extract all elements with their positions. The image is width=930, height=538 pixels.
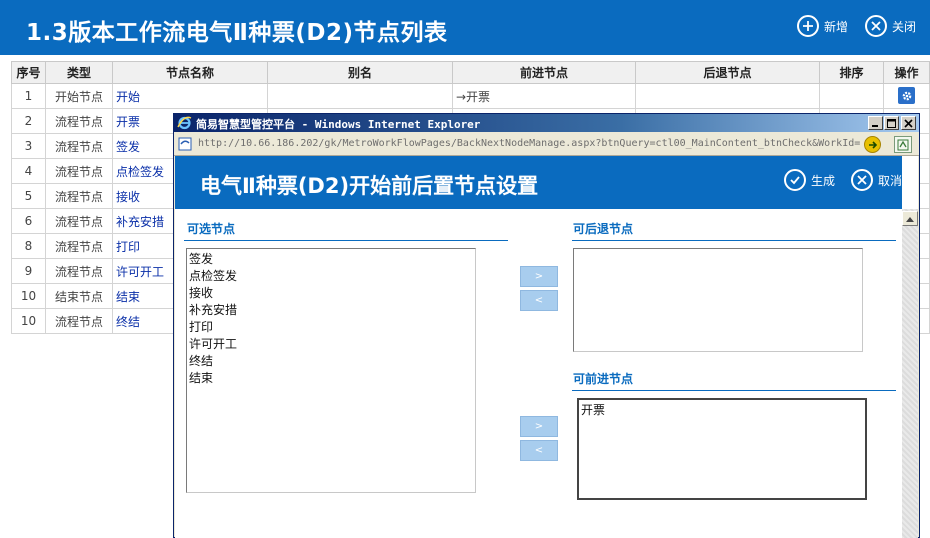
address-bar: http://10.66.186.202/gk/MetroWorkFlowPag… bbox=[174, 132, 919, 156]
header-index: 序号 bbox=[11, 61, 46, 84]
check-icon bbox=[784, 169, 806, 191]
minimize-icon bbox=[872, 124, 878, 127]
ie-window-title: 简易智慧型管控平台 - Windows Internet Explorer bbox=[196, 118, 481, 131]
row-index: 5 bbox=[11, 183, 46, 209]
close-label: 关闭 bbox=[892, 19, 917, 34]
row-index: 8 bbox=[11, 233, 46, 259]
generate-button[interactable]: 生成 bbox=[784, 169, 835, 191]
row-alias bbox=[267, 83, 453, 109]
settings-gear-icon[interactable] bbox=[898, 87, 915, 105]
list-item[interactable]: 接收 bbox=[189, 285, 473, 302]
close-button[interactable]: 关闭 bbox=[865, 15, 916, 37]
header-back-node: 后退节点 bbox=[635, 61, 820, 84]
row-type: 流程节点 bbox=[45, 108, 113, 134]
window-close-button[interactable] bbox=[901, 116, 916, 130]
header-type: 类型 bbox=[45, 61, 113, 84]
available-nodes-title: 可选节点 bbox=[187, 222, 236, 236]
ie-popup-window: 简易智慧型管控平台 - Windows Internet Explorer ht… bbox=[173, 113, 920, 538]
back-nodes-title: 可后退节点 bbox=[573, 222, 634, 236]
vertical-scrollbar[interactable] bbox=[902, 209, 918, 538]
list-item[interactable]: 打印 bbox=[189, 319, 473, 336]
move-left-back-button[interactable]: < bbox=[520, 290, 558, 311]
header-alias: 别名 bbox=[267, 61, 453, 84]
row-back bbox=[635, 83, 820, 109]
row-type: 流程节点 bbox=[45, 158, 113, 184]
forward-nodes-title: 可前进节点 bbox=[573, 372, 634, 386]
list-item[interactable]: 签发 bbox=[189, 251, 473, 268]
page-title: 1.3版本工作流电气Ⅱ种票(D2)节点列表 bbox=[26, 20, 448, 46]
cancel-button[interactable]: 取消 bbox=[851, 169, 902, 191]
dialog-content: 电气Ⅱ种票(D2)开始前后置节点设置 生成 取消 可选节点 签发 点检签发 接收… bbox=[175, 156, 918, 538]
close-x-icon bbox=[904, 118, 913, 128]
list-item[interactable]: 点检签发 bbox=[189, 268, 473, 285]
ie-titlebar[interactable]: 简易智慧型管控平台 - Windows Internet Explorer bbox=[174, 114, 919, 132]
dialog-title: 电气Ⅱ种票(D2)开始前后置节点设置 bbox=[200, 174, 539, 198]
table-header-row: 序号 类型 节点名称 别名 前进节点 后退节点 排序 操作 bbox=[11, 61, 930, 84]
row-action bbox=[883, 83, 930, 109]
available-nodes-divider bbox=[184, 240, 508, 241]
header-node-name: 节点名称 bbox=[112, 61, 268, 84]
forward-nodes-divider bbox=[572, 390, 896, 391]
row-index: 10 bbox=[11, 283, 46, 309]
row-index: 3 bbox=[11, 133, 46, 159]
maximize-button[interactable] bbox=[884, 116, 899, 130]
row-index: 10 bbox=[11, 308, 46, 334]
compatibility-view-icon[interactable] bbox=[894, 136, 912, 153]
header-action: 操作 bbox=[883, 61, 930, 84]
generate-label: 生成 bbox=[811, 173, 836, 188]
row-type: 流程节点 bbox=[45, 258, 113, 284]
header-forward-node: 前进节点 bbox=[452, 61, 636, 84]
ie-logo-icon bbox=[177, 115, 192, 130]
row-type: 流程节点 bbox=[45, 183, 113, 209]
move-right-back-button[interactable]: > bbox=[520, 266, 558, 287]
go-arrow-icon[interactable] bbox=[864, 136, 881, 153]
add-label: 新增 bbox=[824, 19, 849, 34]
back-nodes-divider bbox=[572, 240, 896, 241]
back-nodes-listbox[interactable] bbox=[573, 248, 863, 352]
cancel-label: 取消 bbox=[878, 173, 903, 188]
list-item[interactable]: 许可开工 bbox=[189, 336, 473, 353]
available-nodes-listbox[interactable]: 签发 点检签发 接收 补充安措 打印 许可开工 终结 结束 bbox=[186, 248, 476, 493]
maximize-icon bbox=[887, 118, 896, 128]
list-item[interactable]: 开票 bbox=[581, 402, 863, 419]
row-type: 结束节点 bbox=[45, 283, 113, 309]
page-icon bbox=[178, 137, 192, 151]
scroll-up-arrow-icon[interactable] bbox=[902, 211, 918, 226]
row-type: 流程节点 bbox=[45, 308, 113, 334]
row-index: 1 bbox=[11, 83, 46, 109]
row-forward: →开票 bbox=[452, 83, 636, 109]
list-item[interactable]: 结束 bbox=[189, 370, 473, 387]
row-type: 流程节点 bbox=[45, 208, 113, 234]
add-button[interactable]: 新增 bbox=[797, 15, 848, 37]
table-row: 1 开始节点 开始 →开票 bbox=[11, 83, 930, 109]
row-order bbox=[819, 83, 884, 109]
row-type: 流程节点 bbox=[45, 233, 113, 259]
cancel-x-icon bbox=[851, 169, 873, 191]
dialog-header: 电气Ⅱ种票(D2)开始前后置节点设置 生成 取消 bbox=[175, 156, 902, 209]
forward-nodes-listbox[interactable]: 开票 bbox=[577, 398, 867, 500]
close-icon bbox=[865, 15, 887, 37]
list-item[interactable]: 终结 bbox=[189, 353, 473, 370]
header-order: 排序 bbox=[819, 61, 884, 84]
move-left-forward-button[interactable]: < bbox=[520, 440, 558, 461]
row-index: 2 bbox=[11, 108, 46, 134]
list-item[interactable]: 补充安措 bbox=[189, 302, 473, 319]
row-type: 流程节点 bbox=[45, 133, 113, 159]
row-node-name-link[interactable]: 开始 bbox=[112, 83, 268, 109]
address-url[interactable]: http://10.66.186.202/gk/MetroWorkFlowPag… bbox=[198, 138, 860, 149]
row-index: 6 bbox=[11, 208, 46, 234]
row-index: 9 bbox=[11, 258, 46, 284]
move-right-forward-button[interactable]: > bbox=[520, 416, 558, 437]
minimize-button[interactable] bbox=[868, 116, 883, 130]
page-header: 1.3版本工作流电气Ⅱ种票(D2)节点列表 新增 关闭 bbox=[0, 0, 930, 55]
row-type: 开始节点 bbox=[45, 83, 113, 109]
row-index: 4 bbox=[11, 158, 46, 184]
plus-icon bbox=[797, 15, 819, 37]
